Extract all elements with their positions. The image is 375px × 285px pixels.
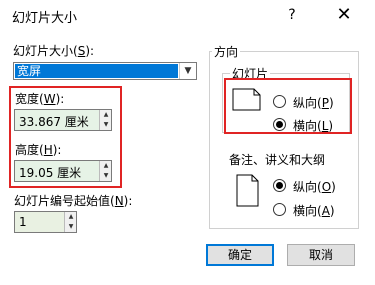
title-bar: 幻灯片大小 ? ✕: [0, 0, 375, 32]
close-button[interactable]: ✕: [334, 5, 354, 25]
portrait-page-icon: [236, 174, 259, 207]
start-number-label: 幻灯片编号起始值(N):: [14, 194, 133, 208]
cancel-button[interactable]: 取消: [287, 244, 355, 266]
orientation-group-title: 方向: [212, 43, 241, 60]
notes-landscape-label: 横向(A): [293, 204, 335, 218]
highlight-box-orientation: [224, 78, 352, 134]
ok-button[interactable]: 确定: [206, 244, 274, 266]
window-title: 幻灯片大小: [12, 11, 78, 26]
help-button[interactable]: ?: [282, 5, 302, 25]
slide-size-label: 幻灯片大小(S):: [13, 44, 95, 58]
slide-size-dropdown[interactable]: 宽屏 ▼: [13, 62, 197, 80]
chevron-down-icon[interactable]: ▼: [179, 63, 196, 79]
spin-down-icon[interactable]: ▼: [66, 222, 76, 231]
spin-up-icon[interactable]: ▲: [66, 212, 76, 221]
start-number-value: 1: [19, 215, 27, 229]
highlight-box-size: [9, 86, 122, 188]
notes-portrait-label: 纵向(O): [293, 180, 336, 194]
notes-portrait-radio[interactable]: [273, 179, 286, 192]
start-number-input[interactable]: 1 ▲ ▼: [14, 211, 77, 233]
start-number-spinner[interactable]: ▲ ▼: [64, 212, 76, 232]
slide-size-selected-value: 宽屏: [15, 64, 178, 78]
notes-orientation-title: 备注、讲义和大纲: [229, 153, 326, 167]
notes-landscape-radio[interactable]: [273, 203, 286, 216]
